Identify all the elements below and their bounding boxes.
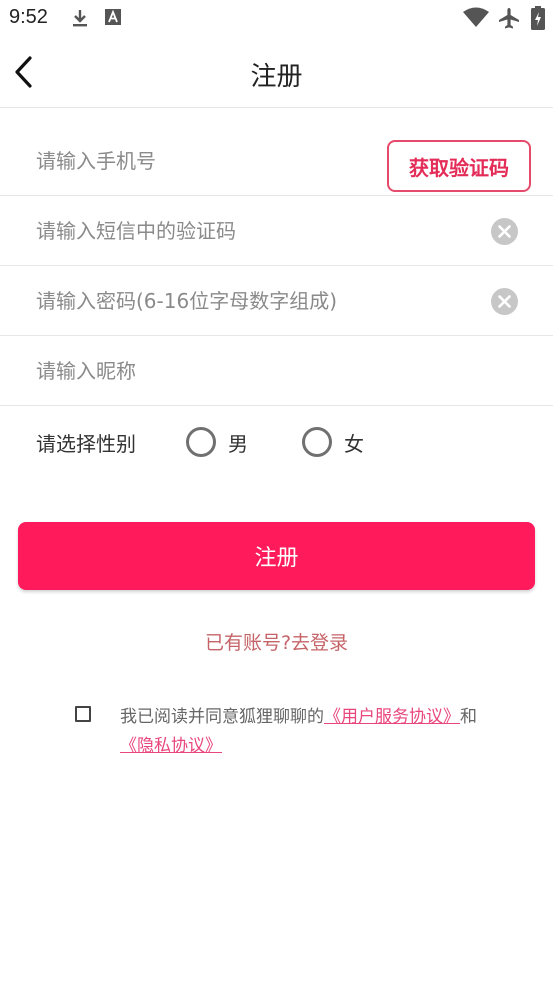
status-bar: 9:52 [0, 0, 553, 36]
service-agreement-link[interactable]: 《用户服务协议》 [324, 707, 460, 727]
font-icon [104, 8, 122, 30]
phone-input[interactable] [36, 126, 366, 196]
sms-code-input[interactable] [36, 196, 476, 266]
gender-radio-female[interactable]: 女 [302, 426, 364, 458]
gender-radio-male[interactable]: 男 [186, 426, 248, 458]
download-icon [70, 8, 90, 32]
airplane-icon [497, 6, 521, 34]
privacy-agreement-link[interactable]: 《隐私协议》 [120, 736, 222, 756]
clear-password-button[interactable] [491, 288, 518, 315]
register-screen: 9:52 注册 请输入手机号 获取验证码 请输入短信中的验证码 请输入昵称 请选… [0, 0, 553, 984]
nickname-input[interactable] [36, 336, 476, 406]
status-time: 9:52 [9, 6, 48, 28]
radio-circle-icon [302, 427, 332, 457]
phone-row: 获取验证码 [0, 126, 553, 196]
radio-circle-icon [186, 427, 216, 457]
login-link[interactable]: 已有账号?去登录 [0, 628, 553, 655]
agreement-conjunction: 和 [460, 707, 477, 727]
agreement-prefix: 我已阅读并同意狐狸聊聊的 [120, 707, 324, 727]
password-row [0, 266, 553, 336]
agreement-text: 我已阅读并同意狐狸聊聊的《用户服务协议》和《隐私协议》 [120, 703, 490, 761]
password-input[interactable] [36, 266, 476, 336]
nickname-row [0, 336, 553, 406]
gender-label: 请选择性别 [36, 432, 136, 456]
clear-circle-icon [491, 288, 518, 315]
sms-code-row [0, 196, 553, 266]
register-button[interactable]: 注册 [18, 522, 535, 590]
wifi-icon [463, 7, 489, 31]
clear-circle-icon [491, 218, 518, 245]
battery-charging-icon [531, 6, 545, 34]
gender-option-label: 女 [344, 431, 364, 456]
page-title: 注册 [250, 62, 303, 92]
gender-row: 请选择性别 男 女 [0, 406, 553, 476]
agreement-checkbox[interactable] [75, 706, 91, 722]
clear-sms-code-button[interactable] [491, 218, 518, 245]
gender-option-label: 男 [228, 431, 248, 456]
app-header: 注册 [0, 36, 553, 108]
get-code-button[interactable]: 获取验证码 [387, 140, 531, 192]
